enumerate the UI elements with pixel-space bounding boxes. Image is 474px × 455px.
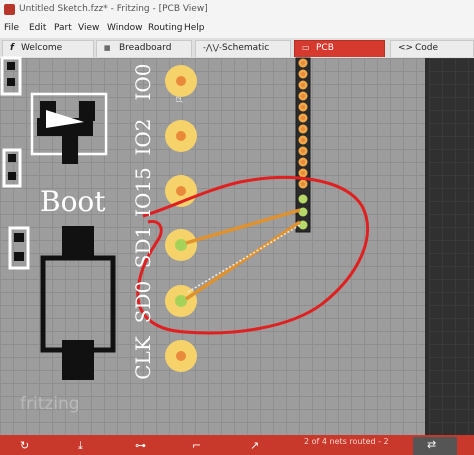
trace-sd1[interactable]: [185, 208, 301, 245]
export-icon[interactable]: ⤓: [78, 439, 83, 453]
route-icon[interactable]: ⊶: [135, 439, 146, 452]
trace-sd0[interactable]: [185, 220, 301, 301]
routing-status-text: 2 of 4 nets routed - 2: [304, 437, 389, 446]
pin-label-io15: IO15: [131, 167, 155, 217]
routing-status-icon: ⇄: [427, 438, 437, 451]
boot-label: Boot: [40, 185, 106, 218]
routing-status-button[interactable]: ⇄: [413, 437, 457, 455]
pin-label-io2: IO2: [131, 118, 155, 156]
boot-button-part[interactable]: [40, 226, 116, 380]
pcb-artwork: [0, 56, 370, 380]
left-connector-low: [8, 226, 30, 270]
pin-label-clk: CLK: [131, 336, 155, 380]
rotate-icon[interactable]: ↻: [20, 439, 29, 452]
pin-label-sd0: SD0: [131, 280, 155, 324]
pin-label-io0: IO0: [131, 63, 155, 101]
switch-part[interactable]: [30, 92, 108, 164]
left-connector-mid: [2, 148, 22, 188]
autoroute-icon[interactable]: ⌐: [192, 439, 201, 452]
part-label-j2: J2: [175, 95, 183, 103]
left-connector-top: [0, 56, 22, 96]
header-pads: [165, 65, 197, 372]
routed-traces[interactable]: [185, 208, 301, 301]
share-icon[interactable]: ↗: [250, 439, 259, 452]
bottom-toolbar: ↻ ⤓ ⊶ ⌐ ↗ 2 of 4 nets routed - 2 ⇄: [0, 435, 474, 455]
pin-label-sd1: SD1: [131, 225, 155, 269]
module-header[interactable]: [295, 57, 311, 233]
fritzing-watermark: fritzing: [20, 394, 80, 414]
